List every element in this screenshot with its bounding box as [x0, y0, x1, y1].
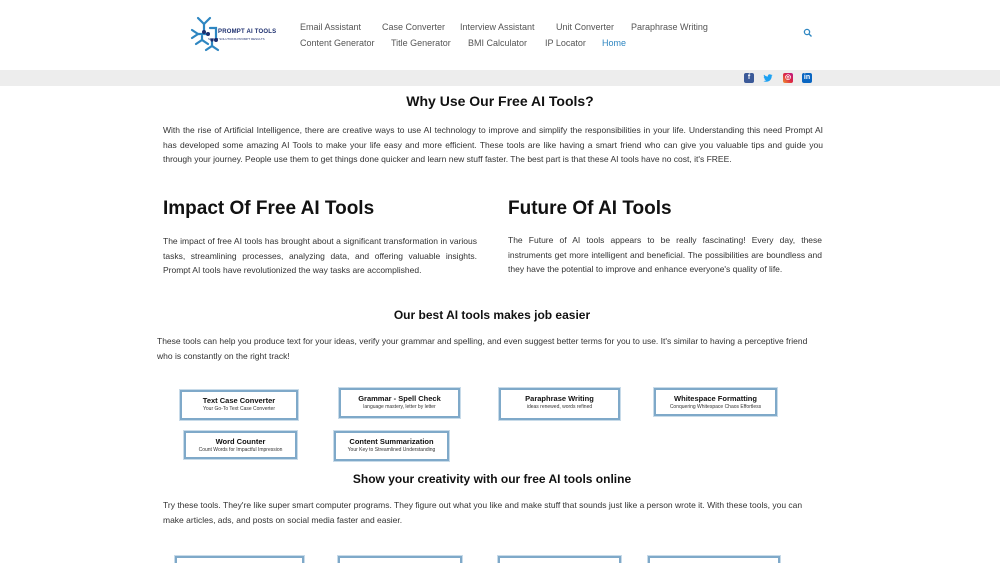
- tool-card-text-case-converter[interactable]: Text Case Converter Your Go-To Text Case…: [180, 390, 298, 420]
- main-nav: Email Assistant Case Converter Interview…: [300, 20, 740, 52]
- creativity-text: Try these tools. They're like super smar…: [163, 500, 803, 525]
- why-title: Why Use Our Free AI Tools?: [406, 93, 594, 109]
- tool-card-grammar-spell-check[interactable]: Grammar - Spell Check language mastery, …: [339, 388, 460, 418]
- tool-subtitle: Count Words for Impactful Impression: [198, 447, 283, 453]
- impact-text: The impact of free AI tools has brought …: [163, 236, 477, 276]
- nav-paraphrase-writing[interactable]: Paraphrase Writing: [631, 20, 721, 36]
- impact-title: Impact Of Free AI Tools: [163, 198, 375, 219]
- instagram-icon[interactable]: ◎: [783, 73, 793, 83]
- tool-title: Content Summarization: [349, 437, 434, 446]
- creativity-title: Show your creativity with our free AI to…: [352, 472, 632, 486]
- tool-subtitle: language mastery, letter by letter: [363, 404, 436, 410]
- logo-icon[interactable]: [186, 10, 286, 60]
- nav-interview-assistant[interactable]: Interview Assistant: [460, 20, 556, 36]
- tool-subtitle: Your Key to Streamlined Understanding: [347, 447, 436, 453]
- tool-title: Paraphrase Writing: [525, 394, 594, 403]
- tool-subtitle: ideas renewed, words refined: [526, 404, 593, 410]
- future-title: Future Of AI Tools: [508, 198, 672, 219]
- tool-card-whitespace-formatting[interactable]: Whitespace Formatting Conquering Whitesp…: [654, 388, 777, 416]
- nav-title-generator[interactable]: Title Generator: [391, 36, 468, 52]
- future-text: The Future of AI tools appears to be rea…: [508, 235, 822, 275]
- twitter-icon[interactable]: [763, 73, 773, 83]
- tool-card-word-counter[interactable]: Word Counter Count Words for Impactful I…: [184, 431, 297, 459]
- tool-card-partial[interactable]: [498, 556, 621, 563]
- nav-home[interactable]: Home: [602, 36, 642, 52]
- nav-content-generator[interactable]: Content Generator: [300, 36, 391, 52]
- tool-card-partial[interactable]: [175, 556, 304, 563]
- nav-email-assistant[interactable]: Email Assistant: [300, 20, 382, 36]
- nav-case-converter[interactable]: Case Converter: [382, 20, 460, 36]
- tool-title: Word Counter: [215, 437, 266, 446]
- nav-row-1: Email Assistant Case Converter Interview…: [300, 20, 740, 36]
- site-header: PROMPT AI TOOLS SMART SOLUTIONS PROMPT R…: [0, 0, 1000, 70]
- logo-text: PROMPT AI TOOLS: [218, 29, 277, 35]
- best-text: These tools can help you produce text fo…: [157, 336, 808, 361]
- search-icon[interactable]: [803, 28, 813, 38]
- nav-unit-converter[interactable]: Unit Converter: [556, 20, 631, 36]
- tool-subtitle: Your Go-To Text Case Converter: [203, 406, 275, 412]
- tool-card-content-summarization[interactable]: Content Summarization Your Key to Stream…: [334, 431, 449, 461]
- why-text: With the rise of Artificial Intelligence…: [163, 125, 823, 165]
- best-title: Our best AI tools makes job easier: [393, 308, 591, 322]
- nav-bmi-calculator[interactable]: BMI Calculator: [468, 36, 545, 52]
- tool-title: Grammar - Spell Check: [358, 394, 441, 403]
- nav-row-2: Content Generator Title Generator BMI Ca…: [300, 36, 740, 52]
- facebook-icon[interactable]: f: [744, 73, 754, 83]
- linkedin-icon[interactable]: in: [802, 73, 812, 83]
- tool-subtitle: Conquering Whitespace Chaos Effortless: [669, 404, 762, 410]
- social-bar: [0, 70, 1000, 86]
- nav-ip-locator[interactable]: IP Locator: [545, 36, 602, 52]
- logo-tagline: SMART SOLUTIONS PROMPT RESULTS: [208, 37, 265, 41]
- tool-card-partial[interactable]: [648, 556, 780, 563]
- tool-card-partial[interactable]: [338, 556, 462, 563]
- tool-title: Text Case Converter: [202, 396, 276, 405]
- tool-title: Whitespace Formatting: [674, 394, 757, 403]
- tool-card-paraphrase-writing[interactable]: Paraphrase Writing ideas renewed, words …: [499, 388, 620, 420]
